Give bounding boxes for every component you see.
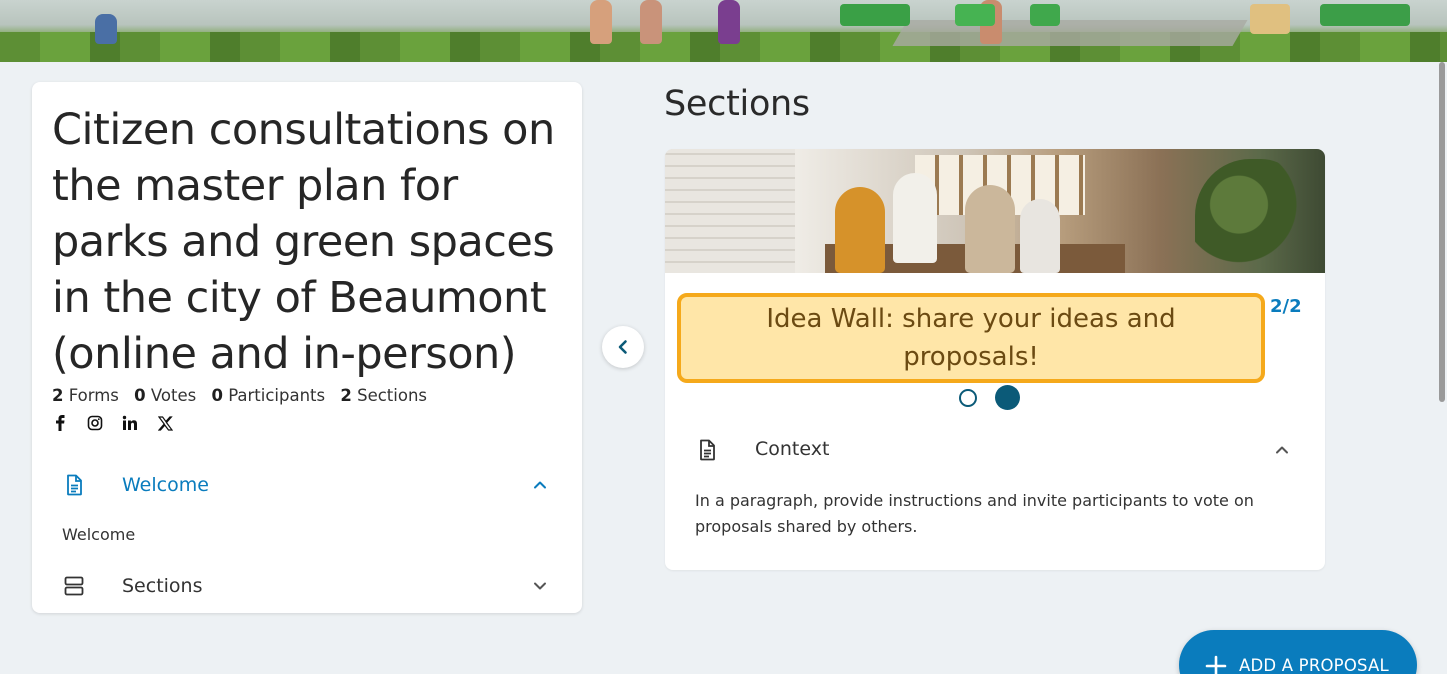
project-stats: 2 Forms 0 Votes 0 Participants 2 Section… xyxy=(52,386,437,405)
page-title: Citizen consultations on the master plan… xyxy=(52,105,555,379)
page-scrollbar[interactable] xyxy=(1437,62,1447,674)
carousel-dots xyxy=(959,385,1020,410)
welcome-content: Welcome xyxy=(62,525,136,544)
accordion-sections-header[interactable]: Sections xyxy=(32,566,582,606)
linkedin-icon[interactable] xyxy=(120,413,140,433)
carousel-prev-button[interactable] xyxy=(602,326,644,368)
slide-title-highlight: Idea Wall: share your ideas and proposal… xyxy=(677,293,1265,383)
section-cover-image xyxy=(665,149,1325,273)
chevron-left-icon xyxy=(618,340,627,354)
add-proposal-label: ADD A PROPOSAL xyxy=(1239,656,1389,674)
sections-list-icon xyxy=(62,574,86,598)
context-accordion-header[interactable]: Context xyxy=(665,435,1325,465)
x-icon[interactable] xyxy=(155,413,175,433)
carousel-dot-2-active[interactable] xyxy=(995,385,1020,410)
stat-forms: 2 Forms xyxy=(52,386,119,405)
plus-icon xyxy=(1205,655,1227,674)
hero-banner-image xyxy=(0,0,1447,62)
context-text: In a paragraph, provide instructions and… xyxy=(695,491,1254,536)
add-proposal-button[interactable]: ADD A PROPOSAL xyxy=(1179,630,1417,674)
stat-sections: 2 Sections xyxy=(340,386,428,405)
sections-heading: Sections xyxy=(664,84,810,124)
document-icon xyxy=(695,438,719,462)
slide-title: Idea Wall: share your ideas and proposal… xyxy=(766,304,1176,372)
facebook-icon[interactable] xyxy=(50,413,70,433)
slide-counter: 2/2 xyxy=(1270,296,1302,317)
context-label: Context xyxy=(755,438,830,460)
section-slide-card: Idea Wall: share your ideas and proposal… xyxy=(665,149,1325,570)
social-share-links xyxy=(50,413,175,433)
stat-participants: 0 Participants xyxy=(211,386,326,405)
sections-label: Sections xyxy=(122,575,203,597)
chevron-down-icon[interactable] xyxy=(528,574,552,598)
carousel-dot-1[interactable] xyxy=(959,388,977,407)
project-info-card: Citizen consultations on the master plan… xyxy=(32,82,582,613)
chevron-up-icon[interactable] xyxy=(528,473,552,497)
instagram-icon[interactable] xyxy=(85,413,105,433)
stat-votes: 0 Votes xyxy=(134,386,197,405)
scrollbar-thumb[interactable] xyxy=(1439,62,1445,402)
document-icon xyxy=(62,473,86,497)
welcome-label: Welcome xyxy=(122,474,209,496)
chevron-up-icon[interactable] xyxy=(1270,438,1294,462)
accordion-welcome-header[interactable]: Welcome xyxy=(32,465,582,505)
